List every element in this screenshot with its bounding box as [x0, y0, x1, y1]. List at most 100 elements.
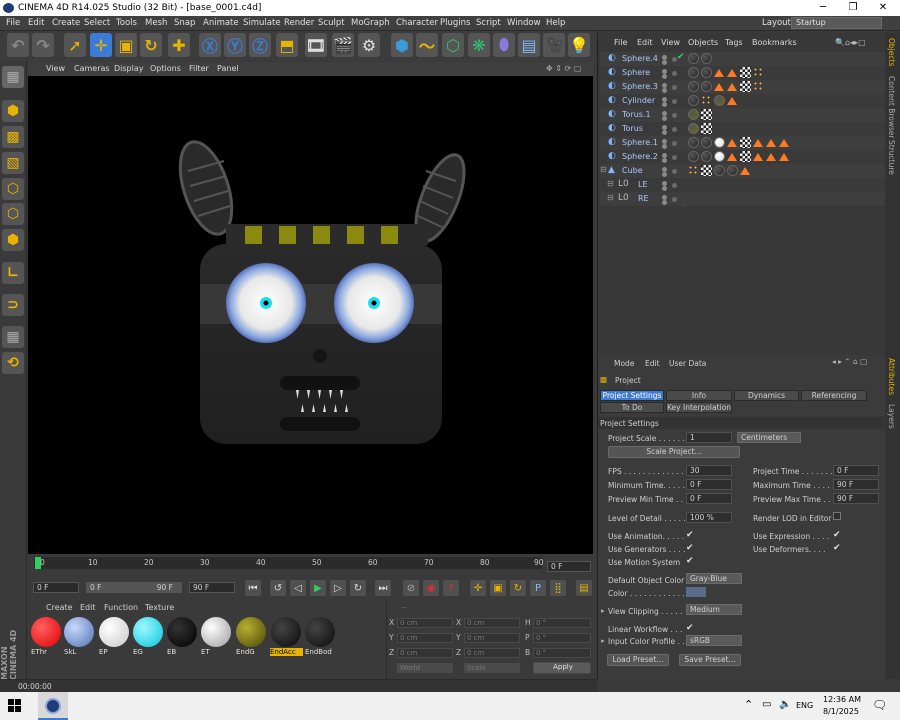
y-axis-icon[interactable]: Ⓨ	[224, 33, 246, 57]
view-clipping-arrow-icon[interactable]: ▸	[601, 606, 605, 615]
array-icon[interactable]: ❋	[468, 33, 490, 57]
texture-mode-icon[interactable]: ▩	[2, 126, 24, 148]
side-tab-content-browser[interactable]: Content Browser	[887, 76, 896, 139]
side-tab-objects[interactable]: Objects	[887, 38, 896, 66]
volume-icon[interactable]: 🔈	[779, 699, 791, 710]
menu-plugins[interactable]: Plugins	[440, 18, 470, 28]
menu-mesh[interactable]: Mesh	[145, 18, 167, 28]
make-editable-icon[interactable]: ▦	[2, 66, 24, 88]
position-z-field[interactable]: 0 cm	[397, 648, 453, 658]
tab-referencing[interactable]: Referencing	[801, 390, 867, 401]
enable-toggle-dot[interactable]	[672, 85, 677, 90]
rotate-tool-icon[interactable]: ↻	[140, 33, 162, 57]
z-axis-icon[interactable]: Ⓩ	[249, 33, 271, 57]
enable-toggle-dot[interactable]	[672, 141, 677, 146]
object-row[interactable]: ◐ Sphere.2	[600, 150, 885, 164]
close-button[interactable]: ✕	[868, 0, 898, 16]
tab-to-do[interactable]: To Do	[600, 402, 664, 413]
input-profile-arrow-icon[interactable]: ▸	[601, 636, 605, 645]
scale-key-icon[interactable]: ▣	[490, 580, 506, 596]
viewport-menu-panel[interactable]: Panel	[217, 64, 239, 73]
preview-max-field[interactable]: 90 F	[833, 493, 879, 504]
render-visibility-dot[interactable]	[662, 88, 667, 93]
material-swatch[interactable]	[167, 617, 197, 647]
clock-date[interactable]: 8/1/2025	[823, 707, 859, 716]
uvw-tag-icon[interactable]	[740, 137, 751, 148]
use-deformers-checkbox[interactable]: ✔	[833, 543, 841, 553]
notifications-icon[interactable]: 🗨	[872, 698, 887, 712]
enabled-check-icon[interactable]: ✔	[677, 52, 685, 62]
view-clipping-dropdown[interactable]: Medium	[686, 604, 742, 615]
enable-toggle-dot[interactable]	[672, 155, 677, 160]
lod-field[interactable]: 100 %	[686, 512, 732, 523]
expression-tag-icon[interactable]	[740, 167, 750, 175]
next-key-icon[interactable]: ↻	[350, 580, 366, 596]
use-motion-checkbox[interactable]: ✔	[686, 556, 694, 566]
render-visibility-dot[interactable]	[662, 74, 667, 79]
enable-toggle-dot[interactable]	[672, 99, 677, 104]
windows-start-icon[interactable]	[8, 699, 22, 713]
rotation-p-field[interactable]: 0 °	[533, 633, 591, 643]
go-to-end-icon[interactable]: ⏭	[375, 580, 391, 596]
point-level-icon[interactable]: ⣿	[550, 580, 566, 596]
expression-tag-icon[interactable]	[753, 139, 763, 147]
edges-mode-icon[interactable]: ⬡	[2, 203, 24, 225]
material-menu-edit[interactable]: Edit	[80, 603, 96, 612]
texture-tag-icon[interactable]	[753, 81, 764, 92]
material-tag-icon[interactable]	[688, 95, 699, 106]
recent-tool-icon[interactable]: ✚	[168, 33, 190, 57]
locked-workplane-icon[interactable]: ▦	[2, 326, 24, 348]
material-swatch[interactable]	[31, 617, 61, 647]
move-tool-icon[interactable]: ✛	[90, 33, 112, 57]
menu-file[interactable]: File	[6, 18, 20, 28]
material-swatch[interactable]	[133, 617, 163, 647]
enable-toggle-dot[interactable]	[672, 127, 677, 132]
expression-tag-icon[interactable]	[727, 139, 737, 147]
material-menu-create[interactable]: Create	[46, 603, 73, 612]
planar-workplane-icon[interactable]: ⟲	[2, 352, 24, 374]
enable-toggle-dot[interactable]	[672, 71, 677, 76]
material-tag-icon[interactable]	[714, 151, 725, 162]
object-row[interactable]: ◐ Sphere.3	[600, 80, 885, 94]
object-menu-objects[interactable]: Objects	[688, 38, 718, 47]
menu-snap[interactable]: Snap	[174, 18, 195, 28]
render-picture-viewer-icon[interactable]: 🎬	[332, 33, 354, 57]
material-swatch[interactable]	[201, 617, 231, 647]
maximize-button[interactable]: ❐	[838, 0, 868, 16]
polygons-mode-icon[interactable]: ⬢	[2, 229, 24, 251]
object-menu-view[interactable]: View	[661, 38, 680, 47]
attr-menu-user-data[interactable]: User Data	[669, 359, 706, 368]
project-scale-field[interactable]: 1	[686, 432, 732, 443]
material-swatch[interactable]	[236, 617, 266, 647]
spline-pen-icon[interactable]: 〜	[416, 33, 438, 57]
project-time-field[interactable]: 0 F	[833, 465, 879, 476]
input-profile-dropdown[interactable]: sRGB	[686, 635, 742, 646]
x-axis-icon[interactable]: Ⓧ	[199, 33, 221, 57]
prev-frame-icon[interactable]: ◁	[290, 580, 306, 596]
material-tag-icon[interactable]	[701, 53, 712, 64]
go-to-start-icon[interactable]: ⏮	[245, 580, 261, 596]
floor-icon[interactable]: ▤	[518, 33, 540, 57]
render-visibility-dot[interactable]	[662, 172, 667, 177]
material-menu-function[interactable]: Function	[104, 603, 138, 612]
save-preset-button[interactable]: Save Preset...	[679, 654, 741, 666]
uvw-tag-icon[interactable]	[740, 81, 751, 92]
side-tab-layers[interactable]: Layers	[887, 404, 896, 429]
object-row[interactable]: ◐ Sphere.4 ✔	[600, 52, 885, 66]
menu-window[interactable]: Window	[507, 18, 541, 28]
language-indicator[interactable]: ENG	[796, 701, 813, 710]
side-tab-structure[interactable]: Structure	[887, 140, 896, 175]
snap-icon[interactable]: ⊃	[2, 294, 24, 316]
enable-toggle-dot[interactable]	[672, 183, 677, 188]
start-frame-field[interactable]: 0 F	[33, 582, 79, 593]
taskbar-cinema4d-app[interactable]	[38, 692, 68, 720]
render-visibility-dot[interactable]	[662, 144, 667, 149]
light-icon[interactable]: 💡	[568, 33, 590, 57]
uvw-tag-icon[interactable]	[701, 123, 712, 134]
menu-help[interactable]: Help	[546, 18, 565, 28]
default-color-dropdown[interactable]: Gray-Blue	[686, 573, 742, 584]
undo-icon[interactable]: ↶	[7, 33, 29, 57]
expression-tag-icon[interactable]	[727, 83, 737, 91]
size-x-field[interactable]: 0 cm	[464, 618, 520, 628]
render-lod-checkbox[interactable]	[833, 512, 841, 520]
